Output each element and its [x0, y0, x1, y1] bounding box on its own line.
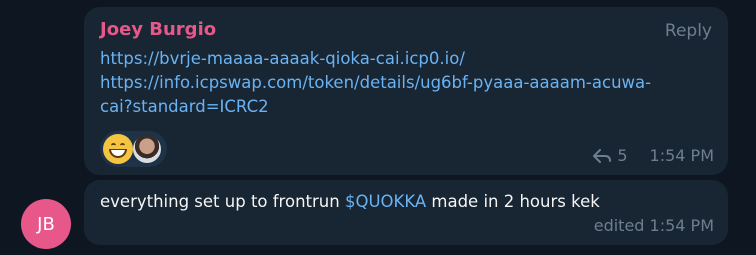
message-text-before: everything set up to frontrun	[100, 192, 345, 211]
reactor-avatar[interactable]	[132, 134, 162, 164]
cashtag-link[interactable]: $QUOKKA	[345, 192, 426, 211]
reply-button[interactable]: Reply	[665, 21, 712, 41]
avatar[interactable]: JB	[21, 199, 71, 249]
grinning-face-icon[interactable]	[103, 134, 133, 164]
edited-time: edited 1:54 PM	[593, 216, 714, 235]
sender-name[interactable]: Joey Burgio	[100, 19, 216, 40]
message-bubble[interactable]: Joey Burgio Reply https://bvrje-maaaa-aa…	[84, 7, 728, 175]
message-meta: 5 1:54 PM	[593, 146, 714, 165]
link-icp0[interactable]: https://bvrje-maaaa-aaaak-qioka-cai.icp0…	[100, 47, 712, 71]
message-bubble-2[interactable]: everything set up to frontrun $QUOKKA ma…	[84, 180, 728, 245]
link-icpswap-line1[interactable]: https://info.icpswap.com/token/details/u…	[100, 71, 712, 95]
message-text-after: made in 2 hours kek	[426, 192, 600, 211]
message-meta-2: edited 1:54 PM	[594, 216, 714, 235]
forwards-count: 5	[617, 146, 628, 165]
message-text-2: everything set up to frontrun $QUOKKA ma…	[100, 192, 600, 211]
forward-icon	[593, 148, 612, 163]
message-text: https://bvrje-maaaa-aaaak-qioka-cai.icp0…	[100, 47, 712, 119]
link-icpswap-line2[interactable]: cai?standard=ICRC2	[100, 95, 712, 119]
reaction-pill[interactable]	[100, 131, 167, 167]
message-time: 1:54 PM	[649, 146, 714, 165]
